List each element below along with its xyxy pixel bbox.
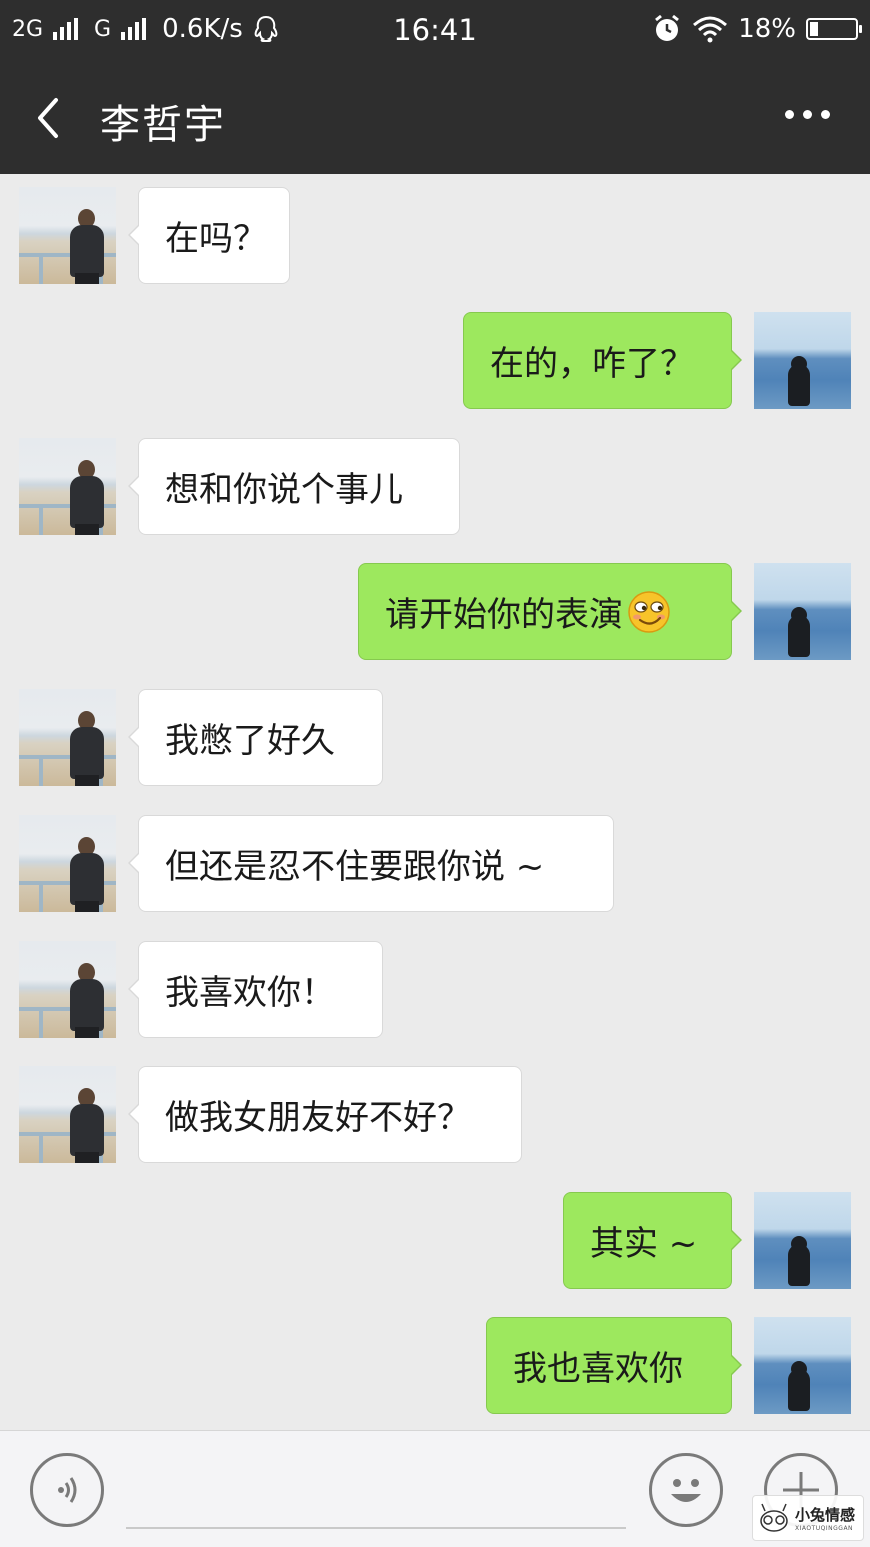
wifi-icon [693, 16, 728, 43]
incoming-message-bubble[interactable]: 但还是忍不住要跟你说 ~ [128, 815, 614, 912]
message-text: 请开始你的表演 [385, 595, 623, 635]
emoji-button[interactable] [649, 1453, 723, 1527]
alarm-icon [655, 14, 680, 41]
rabbit-logo-icon [760, 1503, 788, 1532]
watermark-text: 小兔情感 [795, 1506, 856, 1524]
voice-icon [58, 1477, 77, 1503]
smirk-emoji-icon [628, 590, 670, 633]
my-avatar[interactable] [754, 1192, 851, 1289]
status-right: 18% [652, 14, 862, 44]
contact-avatar[interactable] [19, 689, 116, 786]
outgoing-message-bubble[interactable]: 其实 ~ [563, 1192, 742, 1289]
contact-avatar[interactable] [19, 941, 116, 1038]
battery-icon [806, 18, 862, 40]
chat-title: 李哲宇 [100, 102, 226, 148]
message-text: 我喜欢你！ [165, 973, 335, 1013]
incoming-message-bubble[interactable]: 我喜欢你！ [128, 941, 383, 1038]
more-dots-icon[interactable] [785, 110, 830, 119]
contact-avatar[interactable] [19, 815, 116, 912]
contact-avatar[interactable] [19, 187, 116, 284]
text-input[interactable] [126, 1527, 626, 1529]
incoming-message-bubble[interactable]: 我憋了好久 [128, 689, 383, 786]
input-bar: 小兔情感 XIAOTUQINGGAN [0, 1430, 870, 1547]
watermark: 小兔情感 XIAOTUQINGGAN [752, 1495, 864, 1541]
message-text: 但还是忍不住要跟你说 ~ [165, 847, 545, 887]
outgoing-message-bubble[interactable]: 在的，咋了？ [463, 312, 742, 409]
incoming-message-bubble[interactable]: 在吗？ [128, 187, 290, 284]
message-text: 在吗？ [165, 219, 267, 259]
battery-fill [810, 22, 818, 36]
message-text: 做我女朋友好不好？ [165, 1098, 471, 1138]
chat-messages[interactable]: 在吗？ 在的，咋了？ 想和你说个事儿请开始你的表演我憋了好久但还是忍不住要跟你说 ~… [0, 174, 870, 1430]
outgoing-message-bubble[interactable]: 我也喜欢你 [486, 1317, 742, 1414]
my-avatar[interactable] [754, 563, 851, 660]
watermark-subtext: XIAOTUQINGGAN [795, 1525, 854, 1532]
incoming-message-bubble[interactable]: 做我女朋友好不好？ [128, 1066, 522, 1163]
voice-button[interactable] [30, 1453, 104, 1527]
contact-avatar[interactable] [19, 1066, 116, 1163]
message-text: 其实 ~ [590, 1224, 698, 1264]
emoji-icon [671, 1479, 701, 1502]
chat-header: 李哲宇 [0, 62, 870, 174]
chevron-left-icon[interactable] [30, 94, 70, 142]
contact-avatar[interactable] [19, 438, 116, 535]
incoming-message-bubble[interactable]: 想和你说个事儿 [128, 438, 460, 535]
message-text: 我憋了好久 [165, 721, 335, 761]
message-text: 我也喜欢你 [513, 1349, 683, 1389]
my-avatar[interactable] [754, 1317, 851, 1414]
message-text: 在的，咋了？ [490, 344, 694, 384]
status-bar: 2G G 0.6K/s 16:41 18% [0, 0, 870, 62]
battery-percent: 18% [738, 14, 796, 44]
message-text: 想和你说个事儿 [165, 470, 403, 510]
my-avatar[interactable] [754, 312, 851, 409]
outgoing-message-bubble[interactable]: 请开始你的表演 [358, 563, 742, 660]
